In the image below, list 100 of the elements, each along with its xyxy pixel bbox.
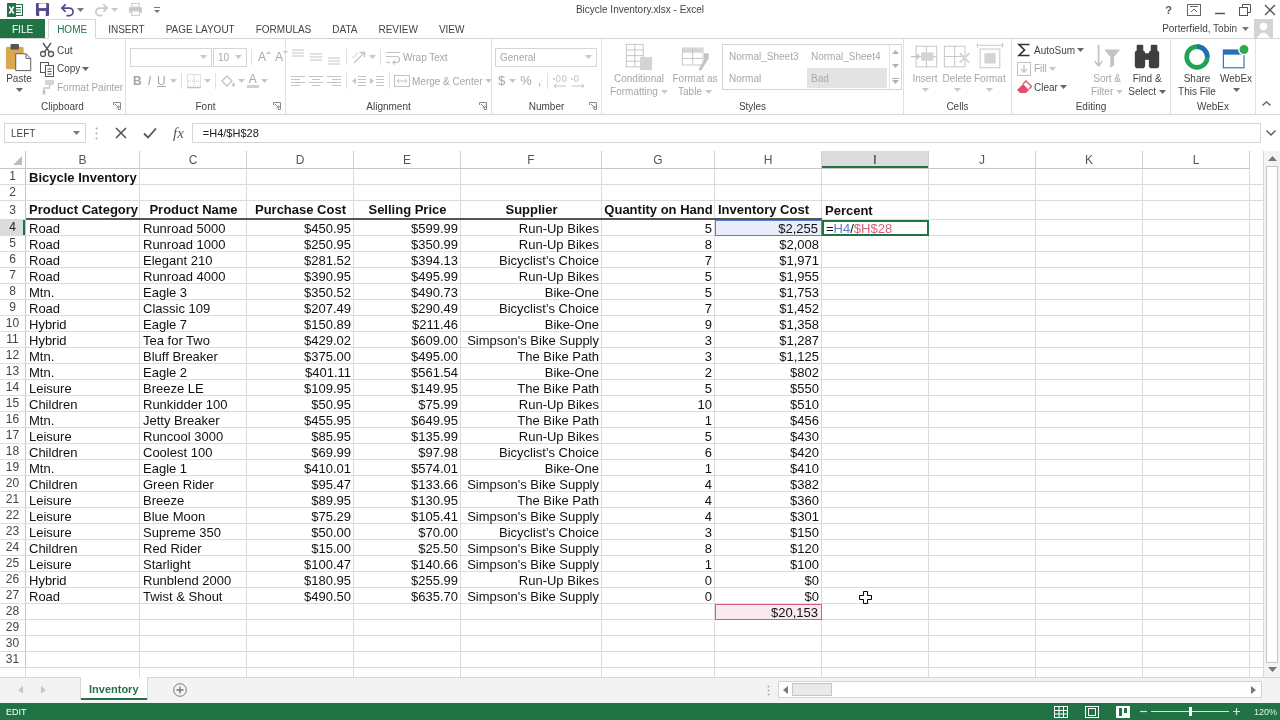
- category: Leisure: [29, 380, 72, 396]
- grid-view-icon[interactable]: [1054, 705, 1068, 718]
- column-header[interactable]: E: [354, 151, 461, 169]
- column-header[interactable]: L: [1143, 151, 1250, 169]
- column-header[interactable]: K: [1036, 151, 1143, 169]
- ribbon-tab[interactable]: DATA: [323, 19, 367, 39]
- ribbon-tab[interactable]: INSERT: [99, 19, 154, 39]
- plus-icon[interactable]: [1233, 708, 1240, 715]
- product-name: Runkidder 100: [143, 396, 228, 412]
- dialog-launcher-icon[interactable]: [589, 102, 597, 110]
- next-sheet-icon[interactable]: [41, 686, 46, 694]
- total-amount[interactable]: $20,153: [715, 604, 822, 620]
- product-name: Runroad 4000: [143, 268, 226, 284]
- formula-editor[interactable]: =H4/$H$28: [822, 220, 929, 236]
- group-label: Number: [528, 100, 565, 112]
- previous-sheet-icon[interactable]: [18, 686, 23, 694]
- check-icon[interactable]: [143, 127, 157, 139]
- column-header[interactable]: G: [602, 151, 715, 169]
- dialog-launcher-icon[interactable]: [479, 102, 487, 110]
- close-icon[interactable]: [1264, 3, 1276, 16]
- category: Leisure: [29, 492, 72, 508]
- copy-icon: [39, 60, 55, 77]
- ribbon-tab[interactable]: PAGE LAYOUT: [156, 19, 244, 39]
- select-all-button[interactable]: [0, 151, 26, 169]
- purchase-cost: $450.95: [304, 220, 351, 236]
- collapse-ribbon-icon[interactable]: [1262, 101, 1271, 106]
- column-header[interactable]: C: [140, 151, 247, 169]
- product-name: Runroad 5000: [143, 220, 226, 236]
- column-header[interactable]: F: [461, 151, 602, 169]
- cancel-icon[interactable]: [115, 127, 127, 139]
- horizontal-scrollbar[interactable]: [778, 681, 1262, 698]
- ribbon-tab[interactable]: FORMULAS: [246, 19, 321, 39]
- column-header[interactable]: J: [929, 151, 1036, 169]
- column-heading: Selling Price: [354, 201, 461, 220]
- purchase-cost: $281.52: [304, 252, 351, 268]
- vertical-scrollbar[interactable]: [1263, 151, 1280, 677]
- ribbon-display-icon[interactable]: [1187, 3, 1201, 16]
- autosum-button[interactable]: AutoSum: [1015, 40, 1086, 61]
- column-header[interactable]: B: [26, 151, 140, 169]
- name-box[interactable]: LEFT: [4, 123, 86, 143]
- copy-button[interactable]: Copy: [38, 58, 91, 79]
- referenced-cell[interactable]: $2,255: [715, 220, 822, 236]
- scroll-up-icon[interactable]: [1267, 156, 1277, 161]
- selling-price: $133.66: [411, 476, 458, 492]
- scroll-left-icon[interactable]: [783, 685, 788, 694]
- scroll-thumb[interactable]: [792, 683, 832, 696]
- category: Hybrid: [29, 316, 67, 332]
- clear-button[interactable]: Clear: [1015, 77, 1068, 98]
- scroll-down-icon[interactable]: [1267, 667, 1277, 672]
- minus-icon[interactable]: [1140, 708, 1147, 715]
- webex-button[interactable]: WebEx: [1219, 39, 1254, 92]
- column-header[interactable]: D: [247, 151, 354, 169]
- purchase-cost: $69.99: [311, 444, 351, 460]
- purchase-cost: $50.95: [311, 396, 351, 412]
- product-name: Blue Moon: [143, 508, 206, 524]
- ribbon-tab[interactable]: REVIEW: [369, 19, 427, 39]
- insert-function-button[interactable]: fx: [173, 125, 184, 141]
- sheet-tab[interactable]: Inventory: [80, 677, 148, 700]
- dialog-launcher-icon[interactable]: [273, 102, 281, 110]
- product-name: Red Rider: [143, 540, 202, 556]
- zoom-level[interactable]: 120%: [1240, 706, 1280, 717]
- help-button[interactable]: ?: [1163, 3, 1174, 16]
- file-tab[interactable]: FILE: [0, 19, 46, 38]
- product-name: Tea for Two: [143, 332, 210, 348]
- inventory-cost: $2,008: [779, 236, 819, 252]
- product-name: Breeze LE: [143, 380, 204, 396]
- worksheet-grid[interactable]: [0, 151, 1263, 677]
- add-sheet-icon[interactable]: [172, 683, 187, 697]
- dialog-launcher-icon[interactable]: [113, 102, 121, 110]
- share-file-button[interactable]: Share This File: [1175, 39, 1219, 98]
- user-name[interactable]: Porterfield, Tobin: [1162, 23, 1237, 34]
- grip-icon[interactable]: [95, 126, 98, 140]
- sheet-title: Bicycle Inventory: [29, 169, 137, 185]
- undo-icon[interactable]: [60, 2, 75, 17]
- page-break-icon[interactable]: [1116, 705, 1130, 718]
- supplier-name: Run-Up Bikes: [518, 572, 599, 588]
- restore-icon[interactable]: [1239, 3, 1251, 16]
- supplier-name: Run-Up Bikes: [518, 268, 599, 284]
- page-layout-icon[interactable]: [1085, 705, 1099, 718]
- customize-icon[interactable]: [153, 5, 161, 14]
- column-header[interactable]: H: [715, 151, 822, 169]
- formula-input[interactable]: =H4/$H$28: [191, 123, 1261, 143]
- scroll-right-icon[interactable]: [1251, 685, 1256, 694]
- ribbon-tab[interactable]: VIEW: [429, 19, 474, 39]
- scroll-thumb[interactable]: [1266, 166, 1278, 663]
- product-name: Coolest 100: [143, 444, 213, 460]
- purchase-cost: $207.49: [304, 300, 351, 316]
- column-header[interactable]: I: [822, 151, 929, 169]
- row-header[interactable]: 4: [0, 220, 26, 236]
- category: Road: [29, 588, 61, 604]
- expand-formula-icon[interactable]: [1266, 130, 1276, 136]
- cut-button[interactable]: Cut: [38, 40, 74, 61]
- ribbon-tab[interactable]: HOME: [48, 19, 97, 39]
- paste-button[interactable]: Paste: [3, 39, 35, 92]
- quantity: 4: [704, 476, 712, 492]
- find-select-button[interactable]: Find & Select: [1126, 39, 1169, 98]
- zoom-thumb[interactable]: [1188, 707, 1192, 716]
- supplier-name: Bicyclist's Choice: [499, 444, 599, 460]
- category: Road: [29, 220, 61, 236]
- category: Leisure: [29, 428, 72, 444]
